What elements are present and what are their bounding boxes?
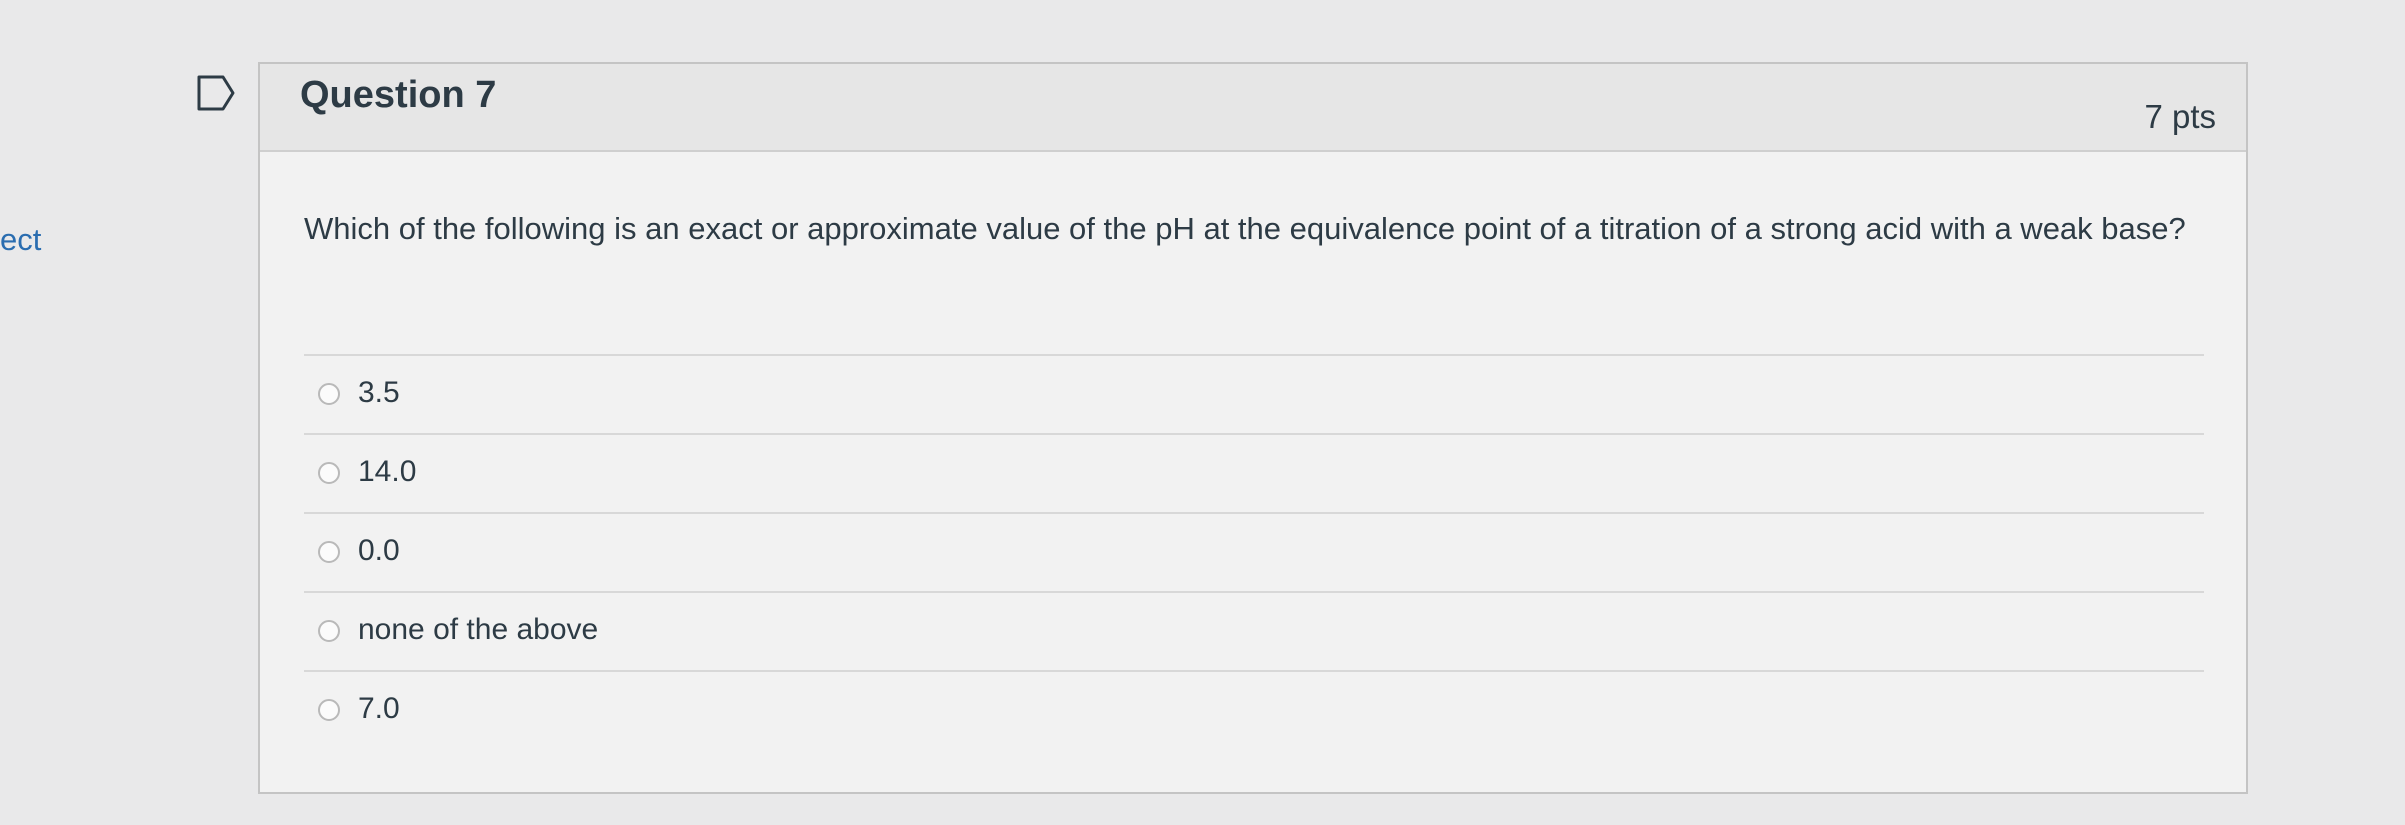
question-text: Which of the following is an exact or ap… bbox=[304, 211, 2186, 246]
answer-option[interactable]: 3.5 bbox=[304, 354, 2204, 433]
question-points: 7 pts bbox=[2144, 98, 2216, 135]
question-card: Question 7 7 pts Which of the following … bbox=[258, 62, 2248, 794]
answer-label[interactable]: 14.0 bbox=[358, 455, 416, 489]
sidebar-cut-text[interactable]: ect bbox=[0, 222, 41, 258]
answer-label[interactable]: none of the above bbox=[358, 613, 598, 647]
answer-option[interactable]: none of the above bbox=[304, 591, 2204, 670]
answer-label[interactable]: 7.0 bbox=[358, 692, 400, 726]
question-title: Question 7 bbox=[300, 74, 497, 116]
answer-option[interactable]: 7.0 bbox=[304, 670, 2204, 749]
quiz-page: ect Question 7 7 pts Which of the follow… bbox=[0, 0, 2405, 825]
radio-button[interactable] bbox=[318, 620, 340, 642]
radio-button[interactable] bbox=[318, 462, 340, 484]
question-header: Question 7 7 pts bbox=[260, 64, 2246, 152]
radio-button[interactable] bbox=[318, 699, 340, 721]
flag-question-icon[interactable] bbox=[196, 74, 236, 112]
radio-button[interactable] bbox=[318, 541, 340, 563]
answer-label[interactable]: 3.5 bbox=[358, 376, 400, 410]
answer-label[interactable]: 0.0 bbox=[358, 534, 400, 568]
answer-option[interactable]: 0.0 bbox=[304, 512, 2204, 591]
answer-list: 3.5 14.0 0.0 none of the above 7.0 bbox=[304, 354, 2204, 749]
answer-option[interactable]: 14.0 bbox=[304, 433, 2204, 512]
radio-button[interactable] bbox=[318, 383, 340, 405]
